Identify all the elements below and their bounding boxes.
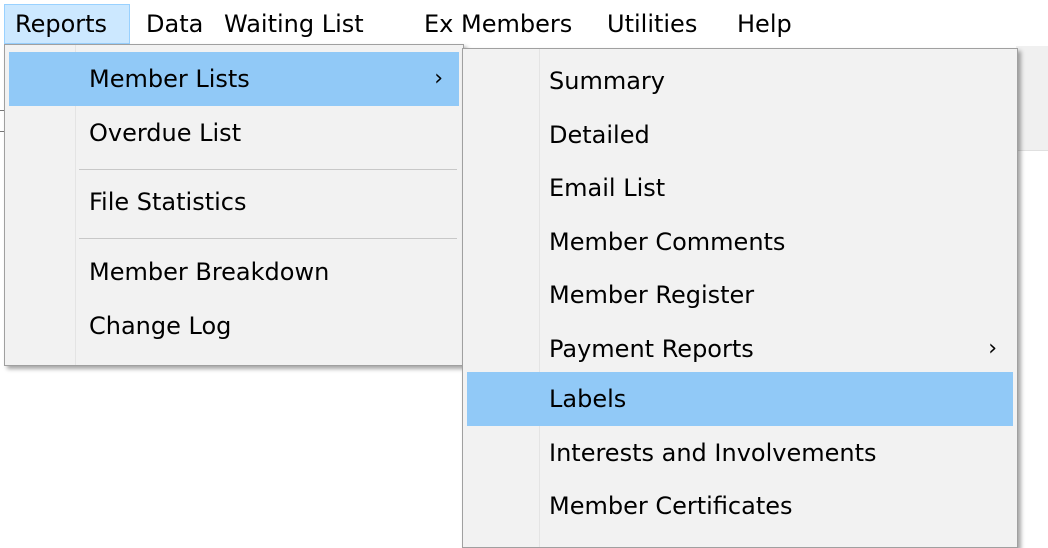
menu-item-member-lists[interactable]: Member Lists › [9, 52, 459, 106]
menu-ex-members[interactable]: Ex Members [414, 4, 582, 44]
menu-item-member-certificates[interactable]: Member Certificates [467, 479, 1013, 533]
menu-item-file-statistics[interactable]: File Statistics [9, 175, 459, 229]
menu-item-payment-reports[interactable]: Payment Reports › [467, 322, 1013, 376]
menu-item-label: Email List [549, 174, 666, 202]
menu-item-label: Overdue List [89, 119, 242, 147]
menu-data[interactable]: Data [136, 4, 213, 44]
menu-reports[interactable]: Reports [4, 4, 130, 44]
menu-item-member-breakdown[interactable]: Member Breakdown [9, 245, 459, 299]
menu-item-label: Change Log [89, 312, 232, 340]
menu-item-label: File Statistics [89, 188, 247, 216]
menu-item-labels[interactable]: Labels [467, 372, 1013, 426]
menu-item-email-list[interactable]: Email List [467, 161, 1013, 215]
background-window [1016, 46, 1048, 151]
menu-bar: Reports Data Waiting List Ex Members Uti… [0, 0, 1048, 48]
menu-item-summary[interactable]: Summary [467, 54, 1013, 108]
menu-help[interactable]: Help [727, 4, 802, 44]
menu-item-label: Interests and Involvements [549, 439, 877, 467]
member-lists-submenu: Summary Detailed Email List Member Comme… [462, 48, 1018, 548]
menu-item-label: Labels [549, 385, 627, 413]
menu-item-label: Payment Reports [549, 335, 754, 363]
menu-item-label: Member Register [549, 281, 755, 309]
reports-dropdown: Member Lists › Overdue List File Statist… [4, 44, 464, 366]
menu-item-interests-and-involvements[interactable]: Interests and Involvements [467, 426, 1013, 480]
menu-item-detailed[interactable]: Detailed [467, 108, 1013, 162]
menu-item-label: Member Breakdown [89, 258, 330, 286]
menu-item-member-register[interactable]: Member Register [467, 268, 1013, 322]
menu-item-member-comments[interactable]: Member Comments [467, 215, 1013, 269]
menu-item-label: Member Certificates [549, 492, 793, 520]
menu-item-label: Detailed [549, 121, 650, 149]
menu-utilities[interactable]: Utilities [597, 4, 707, 44]
menu-waiting-list[interactable]: Waiting List [214, 4, 374, 44]
menu-item-label: Member Lists [89, 65, 250, 93]
menu-separator [79, 169, 457, 170]
chevron-right-icon: › [434, 66, 443, 91]
menu-item-label: Summary [549, 67, 665, 95]
menu-separator [79, 238, 457, 239]
menu-item-label: Member Comments [549, 228, 786, 256]
chevron-right-icon: › [988, 336, 997, 361]
menu-item-overdue-list[interactable]: Overdue List [9, 106, 459, 160]
menu-item-change-log[interactable]: Change Log [9, 299, 459, 353]
